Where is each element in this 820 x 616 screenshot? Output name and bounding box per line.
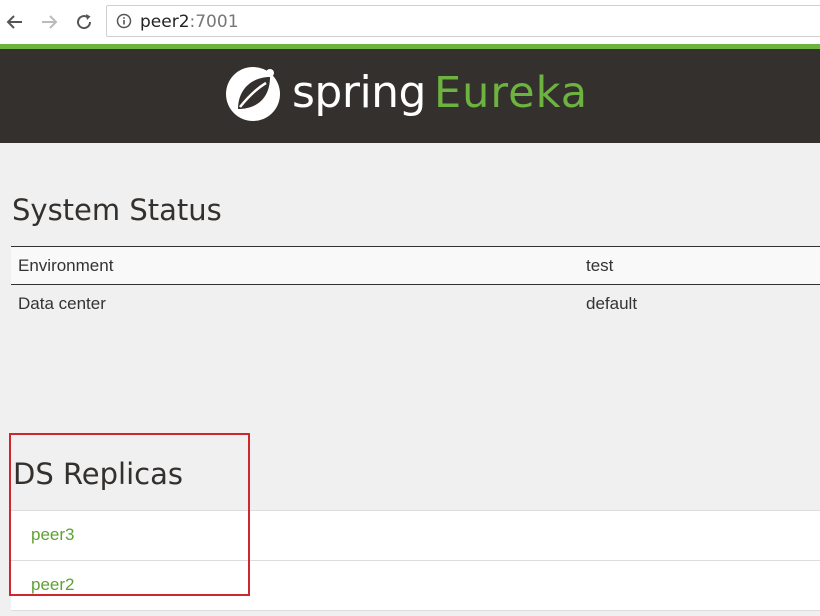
logo-word-spring: spring — [292, 67, 426, 118]
replica-link-peer2[interactable]: peer2 — [31, 575, 74, 595]
table-row: Data center default — [11, 285, 820, 322]
logo-word-eureka: Eureka — [434, 68, 589, 118]
table-row: Environment test — [11, 247, 820, 285]
url-port: :7001 — [189, 12, 239, 32]
spring-leaf-icon — [224, 65, 282, 123]
system-status-title: System Status — [12, 193, 222, 227]
status-value: test — [586, 256, 614, 275]
address-bar[interactable]: peer2:7001 — [106, 5, 820, 37]
system-status-table: Environment test Data center default — [11, 246, 820, 322]
back-arrow-icon[interactable] — [2, 9, 28, 35]
status-key: Environment — [18, 256, 114, 275]
reload-icon[interactable] — [71, 9, 97, 35]
page-header: spring Eureka — [0, 49, 820, 143]
replica-link-peer3[interactable]: peer3 — [31, 525, 74, 545]
url-host: peer2 — [140, 12, 190, 32]
list-item: peer3 — [11, 510, 820, 560]
list-item: peer2 — [11, 560, 820, 611]
ds-replicas-title: DS Replicas — [13, 457, 183, 491]
spring-eureka-logo[interactable]: spring Eureka — [224, 65, 587, 127]
ds-replicas-list: peer3 peer2 — [11, 510, 820, 611]
status-value: default — [586, 294, 638, 313]
info-icon[interactable] — [116, 13, 132, 29]
forward-arrow-icon[interactable] — [36, 9, 62, 35]
browser-toolbar: peer2:7001 — [0, 0, 820, 45]
url-text: peer2:7001 — [140, 12, 239, 32]
status-key: Data center — [18, 294, 106, 313]
